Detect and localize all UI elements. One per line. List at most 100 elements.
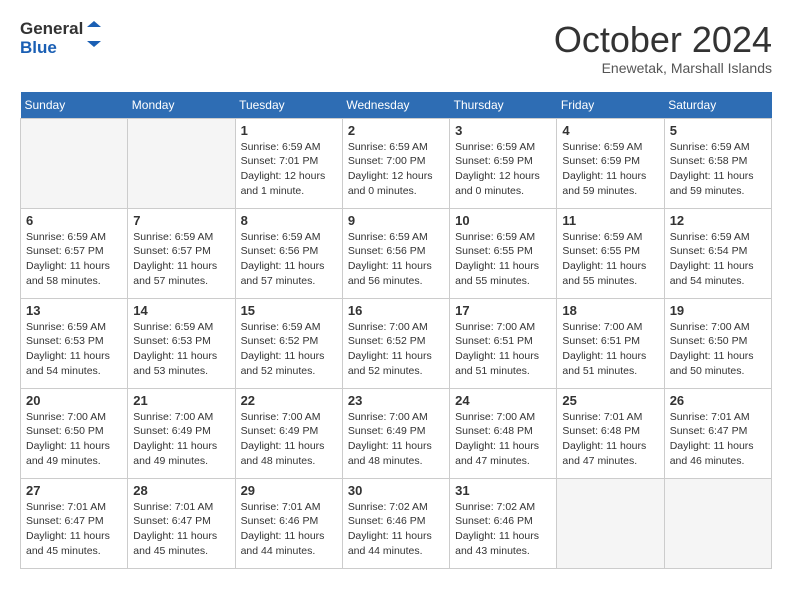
day-info: Sunrise: 7:01 AM Sunset: 6:47 PM Dayligh… [26, 500, 122, 559]
calendar-cell: 13 Sunrise: 6:59 AM Sunset: 6:53 PM Dayli… [21, 298, 128, 388]
calendar-cell: 11Sunrise: 6:59 AM Sunset: 6:55 PM Dayli… [557, 208, 664, 298]
day-number: 23 [348, 393, 444, 408]
day-number: 11 [562, 213, 658, 228]
day-info: Sunrise: 6:59 AM Sunset: 6:57 PM Dayligh… [26, 230, 122, 289]
day-number: 21 [133, 393, 229, 408]
calendar-cell: 29 Sunrise: 7:01 AM Sunset: 6:46 PM Dayli… [235, 478, 342, 568]
day-number: 28 [133, 483, 229, 498]
day-info: Sunrise: 7:00 AM Sunset: 6:52 PM Dayligh… [348, 320, 444, 379]
calendar-cell: 5 Sunrise: 6:59 AM Sunset: 6:58 PM Daylig… [664, 118, 771, 208]
day-info: Sunrise: 7:02 AM Sunset: 6:46 PM Dayligh… [455, 500, 551, 559]
calendar-cell: 24 Sunrise: 7:00 AM Sunset: 6:48 PM Dayli… [450, 388, 557, 478]
logo: General Blue [20, 20, 103, 57]
day-number: 25 [562, 393, 658, 408]
calendar-cell [21, 118, 128, 208]
day-info: Sunrise: 6:59 AM Sunset: 6:56 PM Dayligh… [241, 230, 337, 289]
day-number: 6 [26, 213, 122, 228]
day-number: 29 [241, 483, 337, 498]
calendar-cell: 22Sunrise: 7:00 AM Sunset: 6:49 PM Dayli… [235, 388, 342, 478]
day-number: 19 [670, 303, 766, 318]
calendar-cell: 12 Sunrise: 6:59 AM Sunset: 6:54 PM Dayli… [664, 208, 771, 298]
week-row-2: 6 Sunrise: 6:59 AM Sunset: 6:57 PM Daylig… [21, 208, 772, 298]
day-info: Sunrise: 7:01 AM Sunset: 6:48 PM Dayligh… [562, 410, 658, 469]
calendar-cell: 30 Sunrise: 7:02 AM Sunset: 6:46 PM Dayli… [342, 478, 449, 568]
day-number: 24 [455, 393, 551, 408]
col-header-monday: Monday [128, 92, 235, 119]
logo-arrow-icon [85, 21, 103, 57]
calendar-cell: 2 Sunrise: 6:59 AM Sunset: 7:00 PM Daylig… [342, 118, 449, 208]
day-info: Sunrise: 6:59 AM Sunset: 6:52 PM Dayligh… [241, 320, 337, 379]
day-info: Sunrise: 6:59 AM Sunset: 6:59 PM Dayligh… [455, 140, 551, 199]
col-header-sunday: Sunday [21, 92, 128, 119]
calendar-cell: 21 Sunrise: 7:00 AM Sunset: 6:49 PM Dayli… [128, 388, 235, 478]
calendar-cell: 27 Sunrise: 7:01 AM Sunset: 6:47 PM Dayli… [21, 478, 128, 568]
col-header-friday: Friday [557, 92, 664, 119]
day-info: Sunrise: 7:00 AM Sunset: 6:50 PM Dayligh… [26, 410, 122, 469]
day-info: Sunrise: 6:59 AM Sunset: 6:53 PM Dayligh… [26, 320, 122, 379]
day-number: 2 [348, 123, 444, 138]
day-number: 18 [562, 303, 658, 318]
day-info: Sunrise: 6:59 AM Sunset: 6:57 PM Dayligh… [133, 230, 229, 289]
day-info: Sunrise: 7:01 AM Sunset: 6:47 PM Dayligh… [670, 410, 766, 469]
month-title: October 2024 [554, 20, 772, 60]
day-info: Sunrise: 6:59 AM Sunset: 7:00 PM Dayligh… [348, 140, 444, 199]
calendar-header-row: SundayMondayTuesdayWednesdayThursdayFrid… [21, 92, 772, 119]
day-number: 1 [241, 123, 337, 138]
day-number: 12 [670, 213, 766, 228]
day-number: 17 [455, 303, 551, 318]
day-number: 27 [26, 483, 122, 498]
calendar-cell: 19 Sunrise: 7:00 AM Sunset: 6:50 PM Dayli… [664, 298, 771, 388]
col-header-thursday: Thursday [450, 92, 557, 119]
calendar-cell: 8 Sunrise: 6:59 AM Sunset: 6:56 PM Daylig… [235, 208, 342, 298]
day-info: Sunrise: 7:00 AM Sunset: 6:49 PM Dayligh… [348, 410, 444, 469]
day-info: Sunrise: 6:59 AM Sunset: 6:54 PM Dayligh… [670, 230, 766, 289]
day-number: 9 [348, 213, 444, 228]
week-row-1: 1 Sunrise: 6:59 AM Sunset: 7:01 PM Daylig… [21, 118, 772, 208]
calendar-cell [128, 118, 235, 208]
calendar-cell: 16 Sunrise: 7:00 AM Sunset: 6:52 PM Dayli… [342, 298, 449, 388]
calendar-table: SundayMondayTuesdayWednesdayThursdayFrid… [20, 92, 772, 569]
day-info: Sunrise: 7:01 AM Sunset: 6:47 PM Dayligh… [133, 500, 229, 559]
day-info: Sunrise: 7:00 AM Sunset: 6:48 PM Dayligh… [455, 410, 551, 469]
calendar-cell: 10Sunrise: 6:59 AM Sunset: 6:55 PM Dayli… [450, 208, 557, 298]
day-info: Sunrise: 7:00 AM Sunset: 6:51 PM Dayligh… [455, 320, 551, 379]
day-info: Sunrise: 7:00 AM Sunset: 6:49 PM Dayligh… [241, 410, 337, 469]
calendar-cell: 31 Sunrise: 7:02 AM Sunset: 6:46 PM Dayli… [450, 478, 557, 568]
day-info: Sunrise: 7:02 AM Sunset: 6:46 PM Dayligh… [348, 500, 444, 559]
day-number: 5 [670, 123, 766, 138]
day-info: Sunrise: 6:59 AM Sunset: 6:58 PM Dayligh… [670, 140, 766, 199]
day-info: Sunrise: 7:00 AM Sunset: 6:51 PM Dayligh… [562, 320, 658, 379]
col-header-saturday: Saturday [664, 92, 771, 119]
day-number: 14 [133, 303, 229, 318]
day-info: Sunrise: 6:59 AM Sunset: 7:01 PM Dayligh… [241, 140, 337, 199]
calendar-cell: 3 Sunrise: 6:59 AM Sunset: 6:59 PM Daylig… [450, 118, 557, 208]
day-number: 15 [241, 303, 337, 318]
calendar-cell [664, 478, 771, 568]
day-info: Sunrise: 7:00 AM Sunset: 6:49 PM Dayligh… [133, 410, 229, 469]
location-subtitle: Enewetak, Marshall Islands [554, 60, 772, 76]
calendar-cell: 17 Sunrise: 7:00 AM Sunset: 6:51 PM Dayli… [450, 298, 557, 388]
day-number: 30 [348, 483, 444, 498]
day-info: Sunrise: 6:59 AM Sunset: 6:59 PM Dayligh… [562, 140, 658, 199]
calendar-cell: 4Sunrise: 6:59 AM Sunset: 6:59 PM Daylig… [557, 118, 664, 208]
calendar-cell: 14Sunrise: 6:59 AM Sunset: 6:53 PM Dayli… [128, 298, 235, 388]
page-header: General Blue October 2024 Enewetak, Mars… [20, 20, 772, 76]
day-info: Sunrise: 7:00 AM Sunset: 6:50 PM Dayligh… [670, 320, 766, 379]
week-row-5: 27 Sunrise: 7:01 AM Sunset: 6:47 PM Dayli… [21, 478, 772, 568]
calendar-cell [557, 478, 664, 568]
calendar-cell: 18 Sunrise: 7:00 AM Sunset: 6:51 PM Dayli… [557, 298, 664, 388]
calendar-cell: 15 Sunrise: 6:59 AM Sunset: 6:52 PM Dayli… [235, 298, 342, 388]
day-info: Sunrise: 7:01 AM Sunset: 6:46 PM Dayligh… [241, 500, 337, 559]
day-number: 20 [26, 393, 122, 408]
day-number: 8 [241, 213, 337, 228]
calendar-cell: 26Sunrise: 7:01 AM Sunset: 6:47 PM Dayli… [664, 388, 771, 478]
day-number: 10 [455, 213, 551, 228]
day-number: 31 [455, 483, 551, 498]
col-header-tuesday: Tuesday [235, 92, 342, 119]
day-number: 7 [133, 213, 229, 228]
calendar-cell: 7 Sunrise: 6:59 AM Sunset: 6:57 PM Daylig… [128, 208, 235, 298]
calendar-cell: 28 Sunrise: 7:01 AM Sunset: 6:47 PM Dayli… [128, 478, 235, 568]
day-number: 3 [455, 123, 551, 138]
day-number: 13 [26, 303, 122, 318]
day-number: 16 [348, 303, 444, 318]
